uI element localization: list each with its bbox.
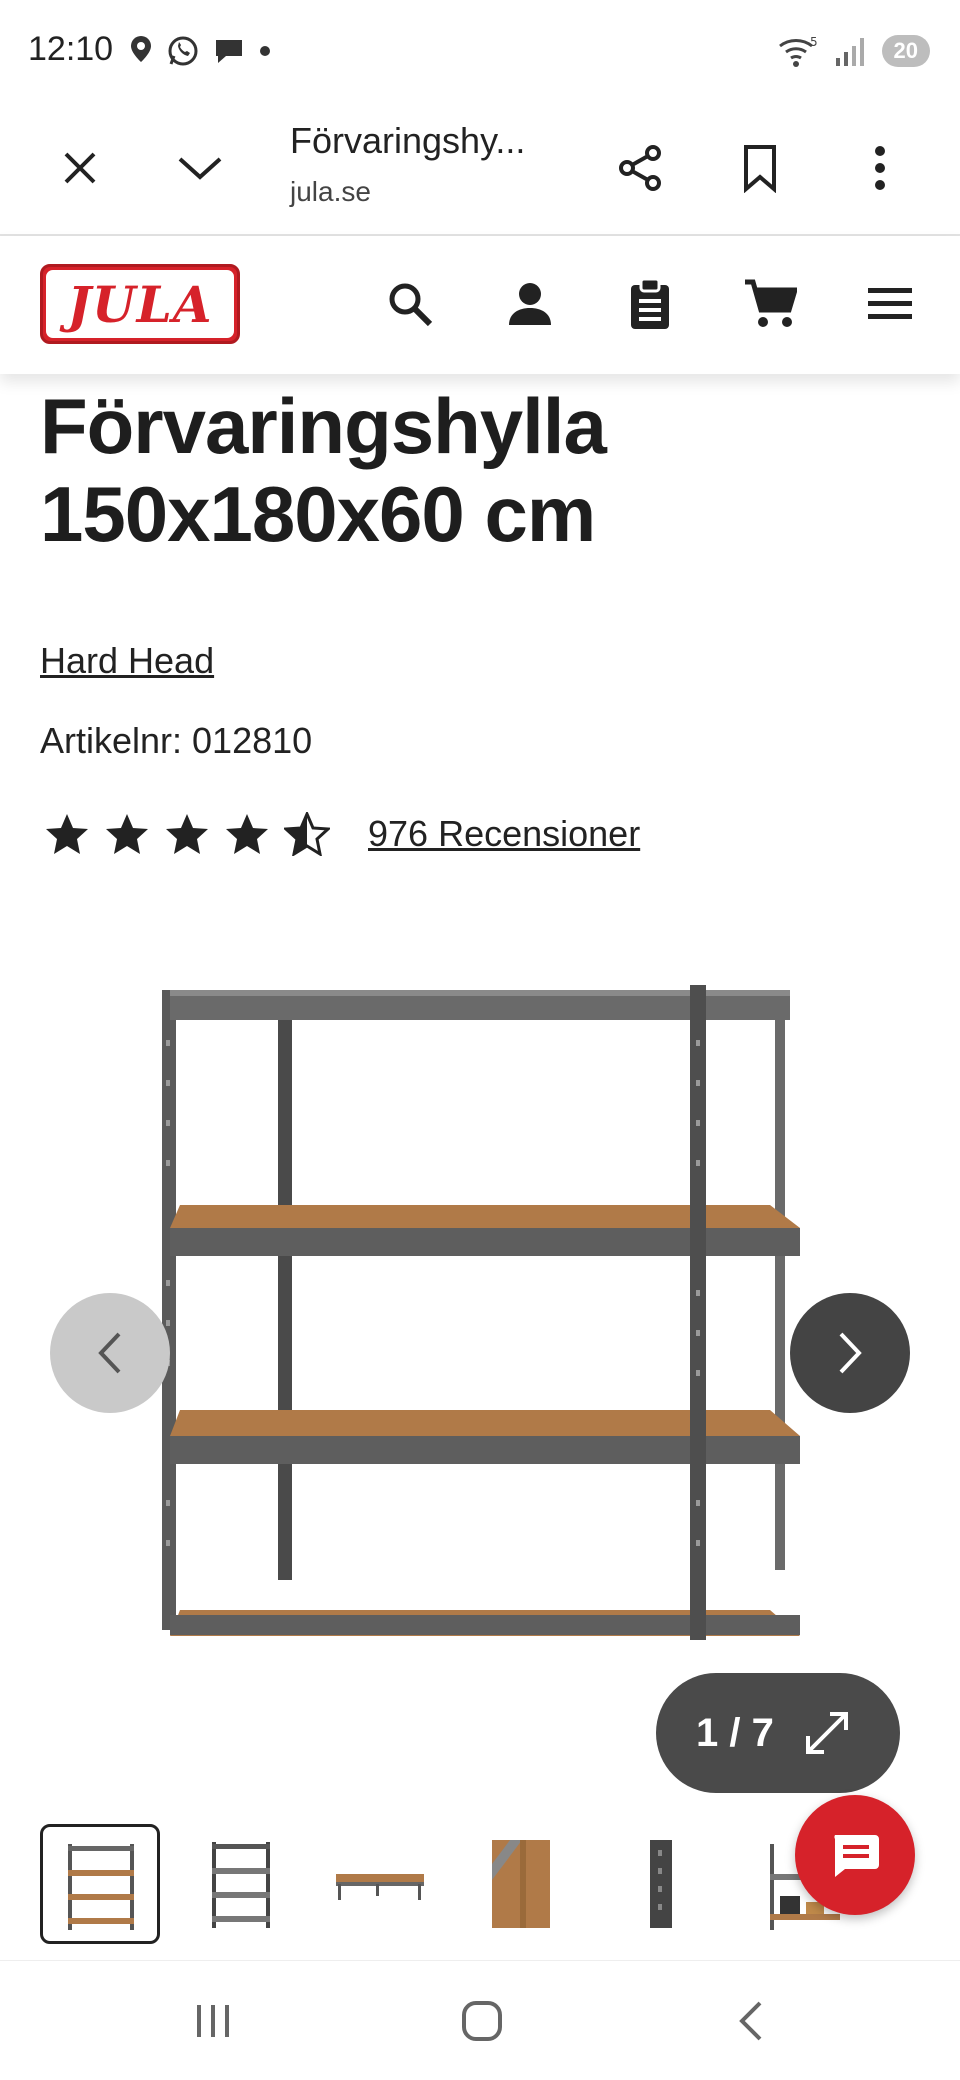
notification-icons: [128, 34, 272, 68]
brand-link[interactable]: Hard Head: [40, 640, 214, 682]
star-full-icon: [106, 814, 148, 854]
article-number: Artikelnr: 012810: [40, 720, 313, 761]
chat-bubble-icon: [216, 40, 242, 63]
rating-row: 976 Recensioner: [44, 812, 640, 856]
android-navigation-bar: [0, 1960, 960, 2080]
location-pin-icon: [131, 36, 151, 62]
home-button[interactable]: [447, 1991, 517, 2051]
clipboard-icon: [631, 277, 669, 329]
hamburger-menu-icon: [868, 288, 912, 319]
thumbnail-3[interactable]: [320, 1824, 440, 1944]
expand-icon: [805, 1712, 848, 1754]
product-title-line1: Förvaringshylla: [40, 382, 607, 470]
share-button[interactable]: [612, 140, 668, 196]
browser-url[interactable]: jula.se: [290, 176, 371, 208]
browser-toolbar: Förvaringshy... jula.se: [0, 100, 960, 236]
svg-text:5: 5: [810, 35, 818, 49]
wifi-icon: 5: [778, 35, 818, 67]
star-full-icon: [46, 814, 88, 854]
close-icon: [64, 152, 96, 184]
search-button[interactable]: [380, 274, 440, 334]
bookmark-button[interactable]: [732, 140, 788, 196]
chevron-right-icon: [839, 1332, 862, 1374]
system-icons: 5 20: [776, 34, 930, 68]
user-icon: [509, 283, 551, 325]
image-counter-fullscreen-button[interactable]: 1 / 7: [656, 1673, 900, 1793]
menu-button[interactable]: [860, 274, 920, 334]
minimize-tab-button[interactable]: [172, 140, 228, 196]
star-full-icon: [226, 814, 268, 854]
star-half-icon: [284, 812, 330, 856]
jula-logo[interactable]: JULA: [40, 264, 240, 344]
shopping-list-button[interactable]: [620, 274, 680, 334]
bookmark-icon: [744, 145, 776, 193]
close-tab-button[interactable]: [52, 140, 108, 196]
home-icon: [462, 2001, 502, 2041]
thumbnail-4[interactable]: [460, 1824, 580, 1944]
back-icon: [739, 2001, 762, 2041]
more-options-button[interactable]: [852, 140, 908, 196]
search-icon: [389, 283, 433, 327]
reviews-link[interactable]: 976 Recensioner: [368, 813, 640, 855]
site-header: JULA: [0, 236, 960, 374]
logo-text: JULA: [67, 274, 213, 334]
thumbnail-shelf-flat: [336, 1874, 424, 1900]
star-rating[interactable]: [44, 812, 330, 856]
previous-image-button[interactable]: [50, 1293, 170, 1413]
product-gallery: 1 / 7: [0, 900, 960, 1800]
chat-button[interactable]: [795, 1795, 915, 1915]
recent-apps-icon: [197, 2005, 229, 2037]
image-counter: 1 / 7: [696, 1710, 774, 1755]
dot-icon: [260, 46, 270, 56]
account-button[interactable]: [500, 274, 560, 334]
next-image-button[interactable]: [790, 1293, 910, 1413]
cart-button[interactable]: [740, 274, 800, 334]
product-title-line2: 150x180x60 cm: [40, 470, 596, 558]
more-vertical-icon: [875, 146, 885, 190]
status-time: 12:10: [28, 30, 114, 68]
chevron-down-icon: [178, 157, 222, 180]
thumbnail-shelf-front: [68, 1844, 134, 1930]
browser-page-title[interactable]: Förvaringshy...: [290, 120, 525, 162]
recent-apps-button[interactable]: [178, 1991, 248, 2051]
status-bar: 12:10 5 20: [0, 0, 960, 100]
chevron-left-icon: [98, 1332, 121, 1374]
star-full-icon: [166, 814, 208, 854]
thumbnail-5[interactable]: [600, 1824, 720, 1944]
thumbnail-upright-detail: [650, 1840, 672, 1928]
thumbnail-1[interactable]: [40, 1824, 160, 1944]
thumbnail-2[interactable]: [180, 1824, 300, 1944]
cart-icon: [745, 279, 797, 327]
share-icon: [619, 145, 661, 191]
thumbnail-board-detail: [492, 1840, 550, 1928]
battery-indicator: 20: [881, 35, 930, 67]
thumbnail-shelf-side: [212, 1842, 270, 1928]
back-button[interactable]: [716, 1991, 786, 2051]
product-title: Förvaringshylla 150x180x60 cm: [40, 382, 920, 558]
whatsapp-icon: [168, 36, 198, 66]
cell-signal-icon: [835, 38, 864, 66]
product-image[interactable]: [150, 960, 810, 1640]
chat-icon: [834, 1835, 879, 1877]
